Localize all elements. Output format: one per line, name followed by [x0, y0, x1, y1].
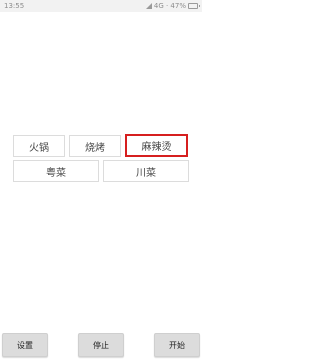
status-time: 13:55 — [4, 2, 25, 10]
tag-malatang-selected[interactable]: 麻辣烫 — [125, 134, 188, 157]
signal-icon — [145, 3, 152, 9]
start-button[interactable]: 开始 — [154, 333, 200, 357]
battery-icon — [188, 3, 200, 9]
tag-chuancai[interactable]: 川菜 — [103, 160, 189, 182]
status-bar: 13:55 4G · 47% — [0, 0, 202, 12]
tag-shaokao[interactable]: 烧烤 — [69, 135, 121, 157]
status-indicators: 4G · 47% — [145, 0, 200, 12]
tag-huoguo[interactable]: 火锅 — [13, 135, 65, 157]
tag-yuecai[interactable]: 粤菜 — [13, 160, 99, 182]
network-battery-text: 4G · 47% — [153, 2, 186, 10]
settings-button[interactable]: 设置 — [2, 333, 48, 357]
stop-button[interactable]: 停止 — [78, 333, 124, 357]
